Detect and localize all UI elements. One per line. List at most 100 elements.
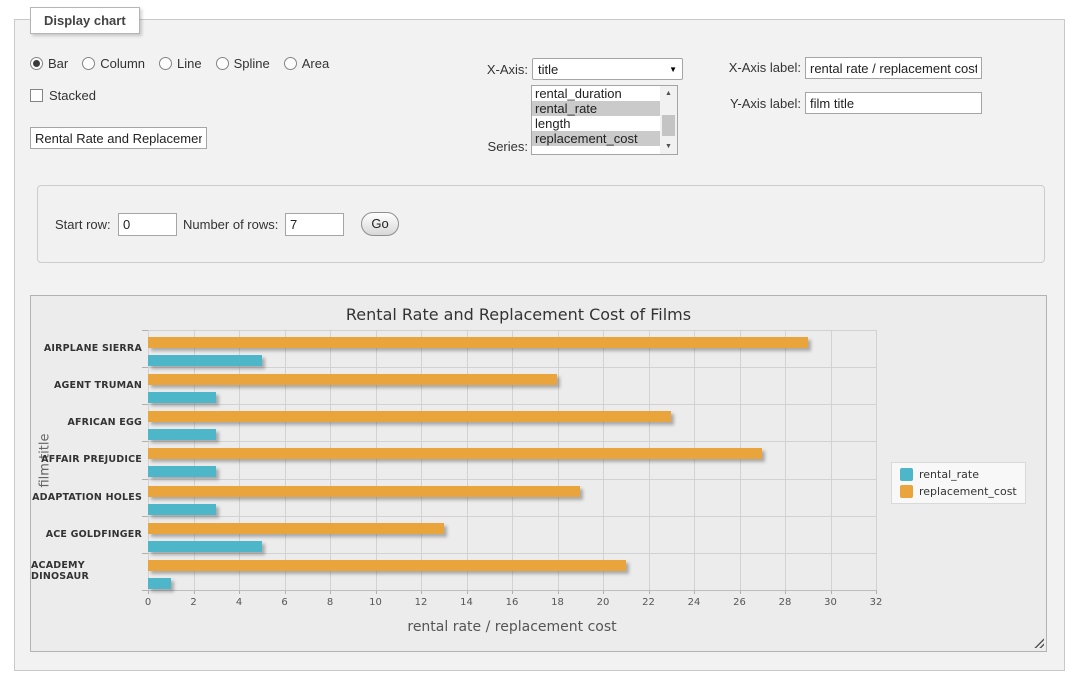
- chart-type-bar[interactable]: Bar: [30, 56, 68, 71]
- resize-grip-icon[interactable]: [1033, 637, 1044, 648]
- start-row-input[interactable]: [118, 213, 177, 236]
- x-tick-label: 2: [179, 597, 209, 608]
- x-tick-label: 6: [270, 597, 300, 608]
- radio-icon: [82, 57, 95, 70]
- series-scrollbar[interactable]: ▲ ▼: [660, 86, 677, 154]
- x-axis-select[interactable]: title ▼: [532, 58, 683, 80]
- radio-icon: [284, 57, 297, 70]
- go-button[interactable]: Go: [361, 212, 399, 236]
- bar-replacement_cost[interactable]: [148, 448, 762, 459]
- bar-rental_rate[interactable]: [148, 355, 262, 366]
- chart-type-option-label: Bar: [48, 56, 68, 71]
- chart-type-area[interactable]: Area: [284, 56, 329, 71]
- bar-replacement_cost[interactable]: [148, 560, 626, 571]
- chart-title: Rental Rate and Replacement Cost of Film…: [31, 305, 1046, 324]
- vertical-gridline: [740, 330, 741, 590]
- bar-replacement_cost[interactable]: [148, 374, 557, 385]
- y-tick-mark: [142, 441, 148, 442]
- bar-rental_rate[interactable]: [148, 504, 216, 515]
- stacked-checkbox-icon: [30, 89, 43, 102]
- legend-item-replacement_cost[interactable]: replacement_cost: [900, 485, 1017, 498]
- series-options: rental_durationrental_ratelengthreplacem…: [532, 86, 677, 146]
- chart-legend: rental_rate replacement_cost: [891, 462, 1026, 504]
- bar-rental_rate[interactable]: [148, 541, 262, 552]
- panel-title: Display chart: [30, 7, 140, 34]
- y-tick-mark: [142, 553, 148, 554]
- vertical-gridline: [330, 330, 331, 590]
- x-tick-label: 24: [679, 597, 709, 608]
- chart-type-radio-group: Bar Column Line Spline Area: [30, 56, 329, 71]
- chart-type-spline[interactable]: Spline: [216, 56, 270, 71]
- x-axis-label-input[interactable]: [805, 57, 982, 79]
- radio-icon: [216, 57, 229, 70]
- x-tick-label: 18: [543, 597, 573, 608]
- x-tick-label: 16: [497, 597, 527, 608]
- y-tick-mark: [142, 367, 148, 368]
- x-tick-label: 8: [315, 597, 345, 608]
- x-tick-label: 22: [634, 597, 664, 608]
- chart-type-line[interactable]: Line: [159, 56, 202, 71]
- radio-icon: [30, 57, 43, 70]
- legend-item-rental_rate[interactable]: rental_rate: [900, 468, 1017, 481]
- start-row-label: Start row:: [55, 217, 111, 232]
- bar-rental_rate[interactable]: [148, 466, 216, 477]
- number-of-rows-input[interactable]: [285, 213, 344, 236]
- x-tick-label: 20: [588, 597, 618, 608]
- x-axis-label-label: X-Axis label:: [695, 60, 801, 75]
- category-label: AFFAIR PREJUDICE: [31, 441, 142, 478]
- y-axis-label-label: Y-Axis label:: [695, 96, 801, 111]
- bar-rental_rate[interactable]: [148, 429, 216, 440]
- series-option-length[interactable]: length: [532, 116, 660, 131]
- horizontal-gridline: [148, 479, 876, 480]
- vertical-gridline: [694, 330, 695, 590]
- series-listbox[interactable]: rental_durationrental_ratelengthreplacem…: [531, 85, 678, 155]
- bar-rental_rate[interactable]: [148, 392, 216, 403]
- vertical-gridline: [467, 330, 468, 590]
- vertical-gridline: [512, 330, 513, 590]
- legend-label: replacement_cost: [919, 485, 1017, 498]
- horizontal-gridline: [148, 553, 876, 554]
- chart-x-axis-title: rental rate / replacement cost: [148, 619, 876, 635]
- vertical-gridline: [285, 330, 286, 590]
- bar-replacement_cost[interactable]: [148, 337, 808, 348]
- horizontal-gridline: [148, 330, 876, 331]
- chart-container: Rental Rate and Replacement Cost of Film…: [30, 295, 1047, 652]
- x-tick-label: 28: [770, 597, 800, 608]
- stacked-label: Stacked: [49, 88, 96, 103]
- vertical-gridline: [558, 330, 559, 590]
- x-tick-label: 0: [133, 597, 163, 608]
- legend-swatch: [900, 485, 913, 498]
- chart-type-option-label: Column: [100, 56, 145, 71]
- vertical-gridline: [785, 330, 786, 590]
- series-option-rental_duration[interactable]: rental_duration: [532, 86, 660, 101]
- vertical-gridline: [421, 330, 422, 590]
- x-tick-label: 4: [224, 597, 254, 608]
- scroll-up-button[interactable]: ▲: [660, 86, 677, 101]
- row-controls-box: Start row: Number of rows: Go: [37, 185, 1045, 263]
- x-axis-select-label: X-Axis:: [445, 62, 528, 77]
- bar-rental_rate[interactable]: [148, 578, 171, 589]
- category-label: ACADEMY DINOSAUR: [31, 553, 142, 590]
- scroll-thumb[interactable]: [662, 115, 675, 136]
- y-axis-label-input[interactable]: [805, 92, 982, 114]
- legend-label: rental_rate: [919, 468, 979, 481]
- chart-title-input[interactable]: [30, 127, 207, 149]
- display-chart-panel: Display chart BarColumnLineSplineArea St…: [14, 19, 1065, 671]
- bar-replacement_cost[interactable]: [148, 411, 671, 422]
- series-option-rental_rate[interactable]: rental_rate: [532, 101, 660, 116]
- vertical-gridline: [376, 330, 377, 590]
- legend-swatch: [900, 468, 913, 481]
- bar-replacement_cost[interactable]: [148, 486, 580, 497]
- x-axis-selected-value: title: [538, 62, 558, 77]
- category-label: AIRPLANE SIERRA: [31, 330, 142, 367]
- stacked-checkbox-row[interactable]: Stacked: [30, 88, 96, 103]
- y-tick-mark: [142, 479, 148, 480]
- chart-type-option-label: Area: [302, 56, 329, 71]
- bar-replacement_cost[interactable]: [148, 523, 444, 534]
- chart-type-option-label: Spline: [234, 56, 270, 71]
- number-of-rows-label: Number of rows:: [183, 217, 278, 232]
- chart-type-column[interactable]: Column: [82, 56, 145, 71]
- scroll-down-button[interactable]: ▼: [660, 139, 677, 154]
- chart-type-option-label: Line: [177, 56, 202, 71]
- series-option-replacement_cost[interactable]: replacement_cost: [532, 131, 660, 146]
